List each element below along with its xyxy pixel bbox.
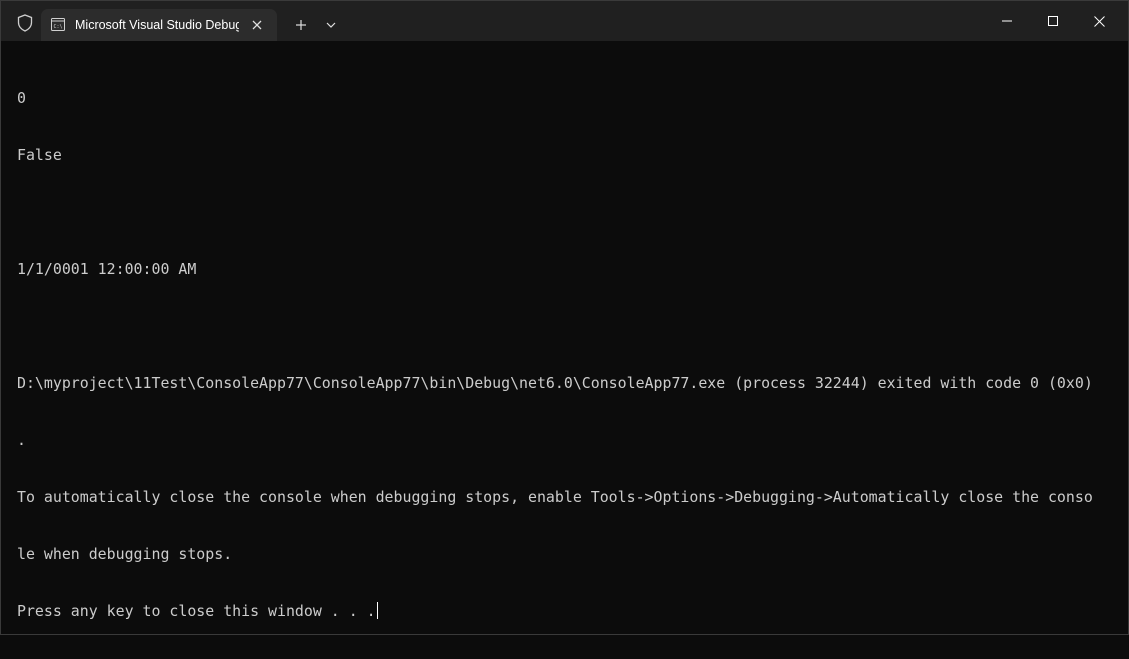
maximize-button[interactable] bbox=[1030, 1, 1076, 41]
tab-dropdown-button[interactable] bbox=[319, 13, 343, 37]
title-bar[interactable]: C:\ Microsoft Visual Studio Debug Consol… bbox=[1, 1, 1128, 41]
tab-title: Microsoft Visual Studio Debug Console bbox=[75, 18, 239, 32]
console-line: False bbox=[17, 146, 62, 164]
console-output[interactable]: 0 False 1/1/0001 12:00:00 AM D:\myprojec… bbox=[1, 41, 1128, 634]
chevron-down-icon bbox=[326, 22, 336, 28]
svg-text:C:\: C:\ bbox=[54, 24, 63, 30]
close-icon[interactable] bbox=[249, 17, 265, 33]
plus-icon bbox=[296, 20, 306, 30]
console-line: 0 bbox=[17, 89, 26, 107]
console-line: To automatically close the console when … bbox=[17, 488, 1093, 506]
console-prompt-line: Press any key to close this window . . . bbox=[17, 602, 1128, 621]
console-app-icon: C:\ bbox=[51, 18, 65, 31]
console-line: D:\myproject\11Test\ConsoleApp77\Console… bbox=[17, 374, 1093, 392]
terminal-window: C:\ Microsoft Visual Studio Debug Consol… bbox=[0, 0, 1129, 635]
console-line-text: Press any key to close this window . . . bbox=[17, 602, 376, 620]
console-line: 1/1/0001 12:00:00 AM bbox=[17, 260, 197, 278]
close-window-button[interactable] bbox=[1076, 1, 1122, 41]
minimize-icon bbox=[1002, 20, 1012, 22]
close-icon bbox=[1093, 15, 1105, 27]
shield-icon[interactable] bbox=[13, 11, 37, 35]
maximize-icon bbox=[1048, 16, 1058, 26]
console-line: . bbox=[17, 431, 26, 449]
new-tab-button[interactable] bbox=[289, 13, 313, 37]
console-line: le when debugging stops. bbox=[17, 545, 233, 563]
tab-debug-console[interactable]: C:\ Microsoft Visual Studio Debug Consol… bbox=[41, 9, 277, 41]
text-cursor bbox=[376, 602, 378, 619]
minimize-button[interactable] bbox=[984, 1, 1030, 41]
